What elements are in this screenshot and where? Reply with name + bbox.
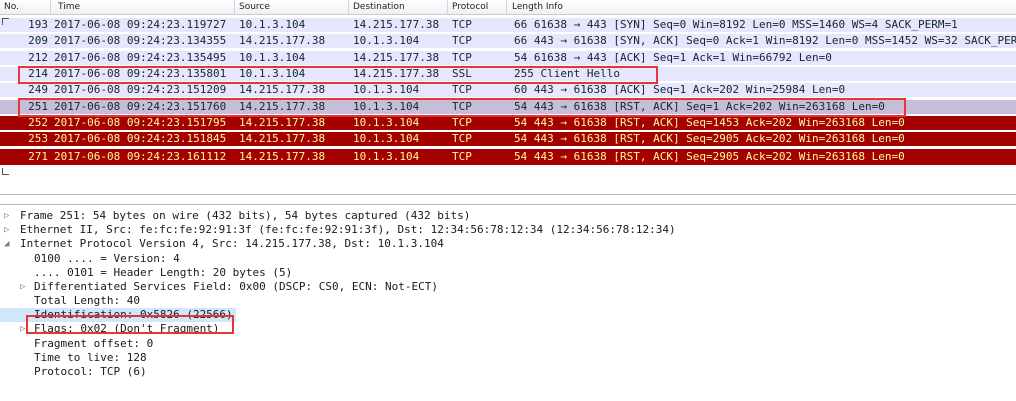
conversation-bracket-start — [2, 18, 9, 25]
packet-info: 255 Client Hello — [514, 67, 620, 80]
expand-icon[interactable]: ▷ — [4, 209, 9, 223]
packet-protocol: TCP — [452, 132, 472, 145]
packet-no: 214 — [28, 67, 48, 80]
detail-ttl[interactable]: Time to live: 128 — [0, 351, 1016, 365]
packet-no: 209 — [28, 34, 48, 47]
packet-time: 2017-06-08 09:24:23.161112 — [54, 150, 227, 163]
column-header-no[interactable]: No. — [4, 2, 19, 12]
packet-no: 193 — [28, 18, 48, 31]
table-row-selected[interactable]: 251 2017-06-08 09:24:23.151760 14.215.17… — [0, 100, 1016, 114]
packet-list-pane[interactable]: No. Time Source Destination Protocol Len… — [0, 0, 1016, 195]
detail-version[interactable]: 0100 .... = Version: 4 — [0, 252, 1016, 266]
detail-ipv4[interactable]: ◢ Internet Protocol Version 4, Src: 14.2… — [0, 237, 1016, 251]
packet-protocol: TCP — [452, 150, 472, 163]
table-row[interactable]: 253 2017-06-08 09:24:23.151845 14.215.17… — [0, 132, 1016, 146]
packet-info: 54 443 → 61638 [RST, ACK] Seq=1 Ack=202 … — [514, 100, 885, 113]
packet-time: 2017-06-08 09:24:23.135801 — [54, 67, 227, 80]
packet-protocol: TCP — [452, 116, 472, 129]
conversation-bracket-end — [2, 168, 9, 175]
packet-no: 253 — [28, 132, 48, 145]
detail-header-length[interactable]: .... 0101 = Header Length: 20 bytes (5) — [0, 266, 1016, 280]
packet-destination: 10.1.3.104 — [353, 34, 420, 47]
packet-info: 54 443 → 61638 [RST, ACK] Seq=2905 Ack=2… — [514, 150, 905, 163]
detail-dsfield[interactable]: ▷ Differentiated Services Field: 0x00 (D… — [0, 280, 1016, 294]
packet-details-pane[interactable]: ▷ Frame 251: 54 bytes on wire (432 bits)… — [0, 204, 1016, 401]
table-row[interactable]: 249 2017-06-08 09:24:23.151209 14.215.17… — [0, 83, 1016, 97]
packet-info: 66 61638 → 443 [SYN] Seq=0 Win=8192 Len=… — [514, 18, 958, 31]
packet-destination: 14.215.177.38 — [353, 18, 440, 31]
packet-no: 271 — [28, 150, 48, 163]
packet-destination: 10.1.3.104 — [353, 83, 420, 96]
expand-icon[interactable]: ▷ — [4, 223, 9, 237]
detail-frame[interactable]: ▷ Frame 251: 54 bytes on wire (432 bits)… — [0, 209, 1016, 223]
packet-protocol: SSL — [452, 67, 472, 80]
detail-fragment-offset[interactable]: Fragment offset: 0 — [0, 337, 1016, 351]
column-header-destination[interactable]: Destination — [353, 2, 405, 12]
detail-total-length[interactable]: Total Length: 40 — [0, 294, 1016, 308]
packet-no: 252 — [28, 116, 48, 129]
packet-info: 66 443 → 61638 [SYN, ACK] Seq=0 Ack=1 Wi… — [514, 34, 1016, 47]
column-header-time[interactable]: Time — [58, 2, 80, 12]
packet-time: 2017-06-08 09:24:23.135495 — [54, 51, 227, 64]
packet-info: 54 61638 → 443 [ACK] Seq=1 Ack=1 Win=667… — [514, 51, 832, 64]
packet-protocol: TCP — [452, 83, 472, 96]
expand-icon[interactable]: ▷ — [20, 322, 25, 336]
packet-info: 54 443 → 61638 [RST, ACK] Seq=2905 Ack=2… — [514, 132, 905, 145]
detail-protocol[interactable]: Protocol: TCP (6) — [0, 365, 1016, 379]
packet-time: 2017-06-08 09:24:23.151845 — [54, 132, 227, 145]
column-header-source[interactable]: Source — [239, 2, 270, 12]
collapse-icon[interactable]: ◢ — [4, 237, 9, 251]
packet-source: 14.215.177.38 — [239, 132, 326, 145]
packet-protocol: TCP — [452, 18, 472, 31]
column-header-length-info[interactable]: Length Info — [512, 2, 563, 12]
detail-flags[interactable]: ▷ Flags: 0x02 (Don't Fragment) — [0, 322, 1016, 336]
table-row[interactable]: 271 2017-06-08 09:24:23.161112 14.215.17… — [0, 149, 1016, 165]
packet-source: 10.1.3.104 — [239, 51, 306, 64]
detail-identification[interactable]: Identification: 0x5826 (22566) — [0, 308, 236, 322]
packet-source: 14.215.177.38 — [239, 34, 326, 47]
packet-protocol: TCP — [452, 100, 472, 113]
packet-source: 14.215.177.38 — [239, 150, 326, 163]
packet-destination: 10.1.3.104 — [353, 132, 420, 145]
packet-no: 251 — [28, 100, 48, 113]
packet-no: 249 — [28, 83, 48, 96]
packet-destination: 14.215.177.38 — [353, 51, 440, 64]
packet-time: 2017-06-08 09:24:23.151209 — [54, 83, 227, 96]
packet-time: 2017-06-08 09:24:23.151760 — [54, 100, 227, 113]
detail-ethernet[interactable]: ▷ Ethernet II, Src: fe:fc:fe:92:91:3f (f… — [0, 223, 1016, 237]
packet-source: 14.215.177.38 — [239, 83, 326, 96]
packet-source: 14.215.177.38 — [239, 116, 326, 129]
table-row[interactable]: 212 2017-06-08 09:24:23.135495 10.1.3.10… — [0, 51, 1016, 65]
packet-info: 60 443 → 61638 [ACK] Seq=1 Ack=202 Win=2… — [514, 83, 846, 96]
packet-time: 2017-06-08 09:24:23.119727 — [54, 18, 227, 31]
packet-protocol: TCP — [452, 51, 472, 64]
packet-destination: 10.1.3.104 — [353, 150, 420, 163]
packet-source: 10.1.3.104 — [239, 18, 306, 31]
packet-source: 14.215.177.38 — [239, 100, 326, 113]
packet-protocol: TCP — [452, 34, 472, 47]
expand-icon[interactable]: ▷ — [20, 280, 25, 294]
column-header-protocol[interactable]: Protocol — [452, 2, 488, 12]
table-row[interactable]: 252 2017-06-08 09:24:23.151795 14.215.17… — [0, 116, 1016, 130]
packet-destination: 14.215.177.38 — [353, 67, 440, 80]
packet-list-header: No. Time Source Destination Protocol Len… — [0, 0, 1016, 15]
table-row[interactable]: 193 2017-06-08 09:24:23.119727 10.1.3.10… — [0, 18, 1016, 32]
packet-time: 2017-06-08 09:24:23.134355 — [54, 34, 227, 47]
packet-time: 2017-06-08 09:24:23.151795 — [54, 116, 227, 129]
packet-destination: 10.1.3.104 — [353, 100, 420, 113]
table-row[interactable]: 214 2017-06-08 09:24:23.135801 10.1.3.10… — [0, 67, 1016, 81]
packet-source: 10.1.3.104 — [239, 67, 306, 80]
table-row[interactable]: 209 2017-06-08 09:24:23.134355 14.215.17… — [0, 34, 1016, 48]
packet-destination: 10.1.3.104 — [353, 116, 420, 129]
packet-info: 54 443 → 61638 [RST, ACK] Seq=1453 Ack=2… — [514, 116, 905, 129]
packet-no: 212 — [28, 51, 48, 64]
